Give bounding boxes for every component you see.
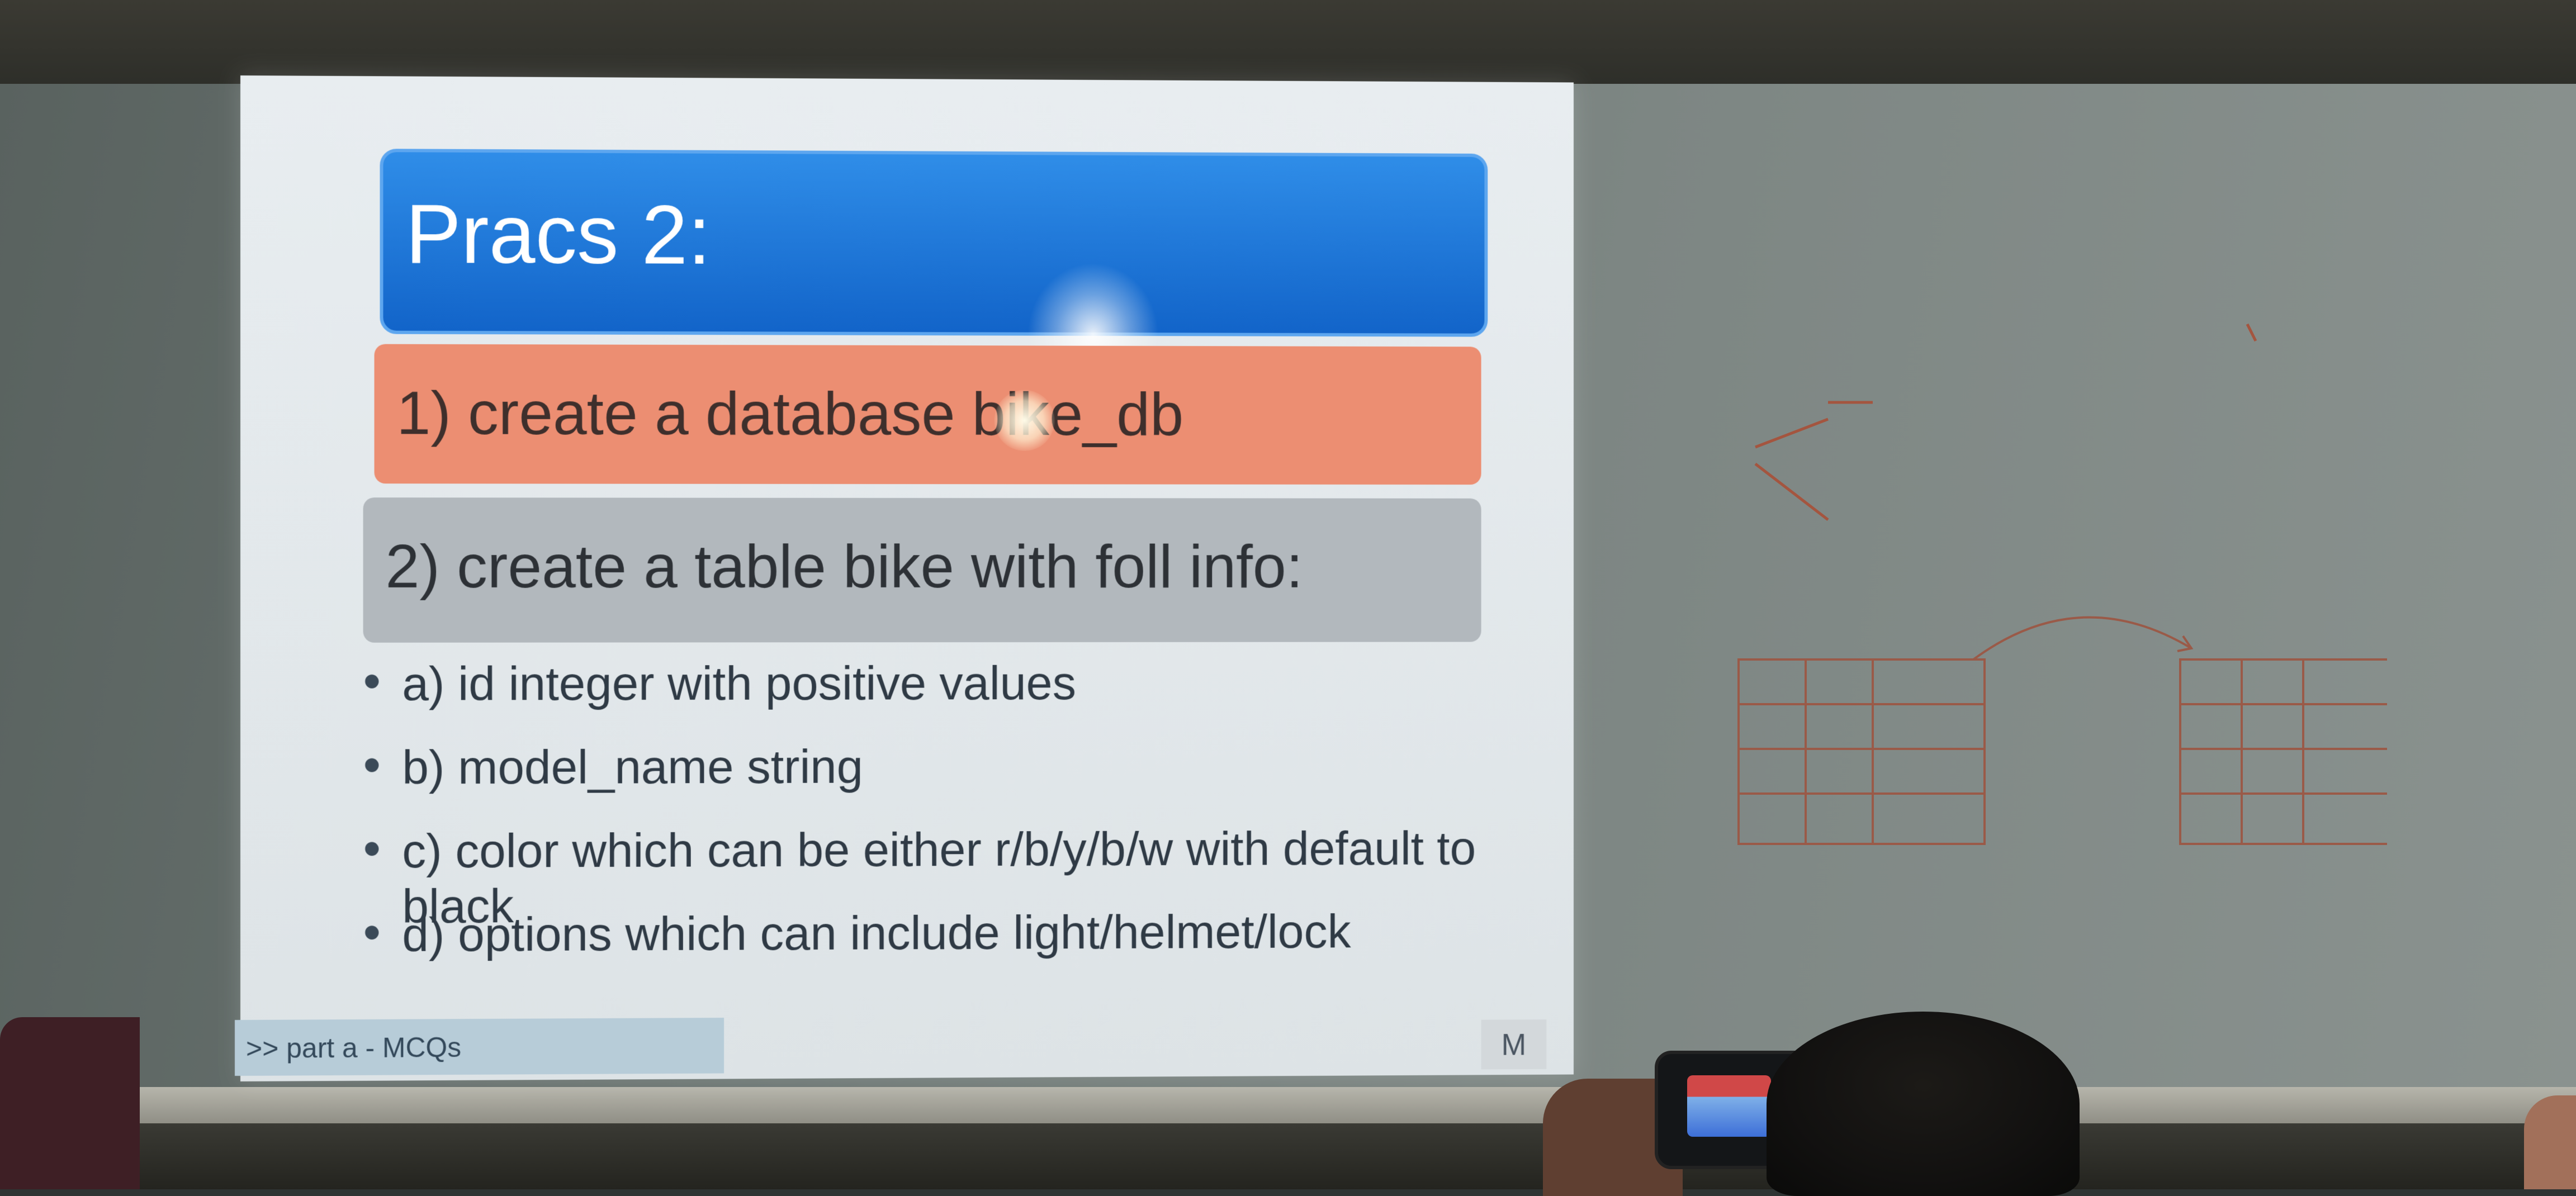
phone-screen: [1687, 1075, 1771, 1137]
bullet-item: d) options which can include light/helme…: [363, 904, 1519, 991]
whiteboard-tray: [0, 1087, 2576, 1126]
audience-person-left: [0, 1017, 140, 1189]
slide-title-bar: Pracs 2:: [380, 149, 1488, 337]
projector-glare-small: [994, 390, 1055, 451]
bullet-item: b) model_name string: [363, 738, 1519, 824]
floor: [0, 1123, 2576, 1189]
footer-bar[interactable]: >> part a - MCQs: [235, 1018, 724, 1076]
step-2-text: 2) create a table bike with foll info:: [385, 532, 1303, 601]
audience-head: [1767, 1012, 2080, 1196]
projected-slide: Pracs 2: 1) create a database bike_db 2)…: [235, 75, 1574, 1081]
bullet-item: c) color which can be either r/b/y/b/w w…: [363, 821, 1519, 933]
step-2-bar: 2) create a table bike with foll info:: [363, 497, 1481, 643]
step-1-bar: 1) create a database bike_db: [374, 344, 1481, 485]
footer-letter: M: [1481, 1019, 1547, 1070]
audience-hand-right: [2524, 1095, 2576, 1189]
step-1-text: 1) create a database bike_db: [396, 378, 1184, 449]
bullet-list: a) id integer with positive values b) mo…: [363, 656, 1519, 991]
whiteboard-handwriting: [1737, 323, 2387, 845]
footer-link[interactable]: >> part a - MCQs: [246, 1031, 461, 1065]
slide-title: Pracs 2:: [405, 187, 711, 282]
bullet-item: a) id integer with positive values: [363, 656, 1519, 740]
